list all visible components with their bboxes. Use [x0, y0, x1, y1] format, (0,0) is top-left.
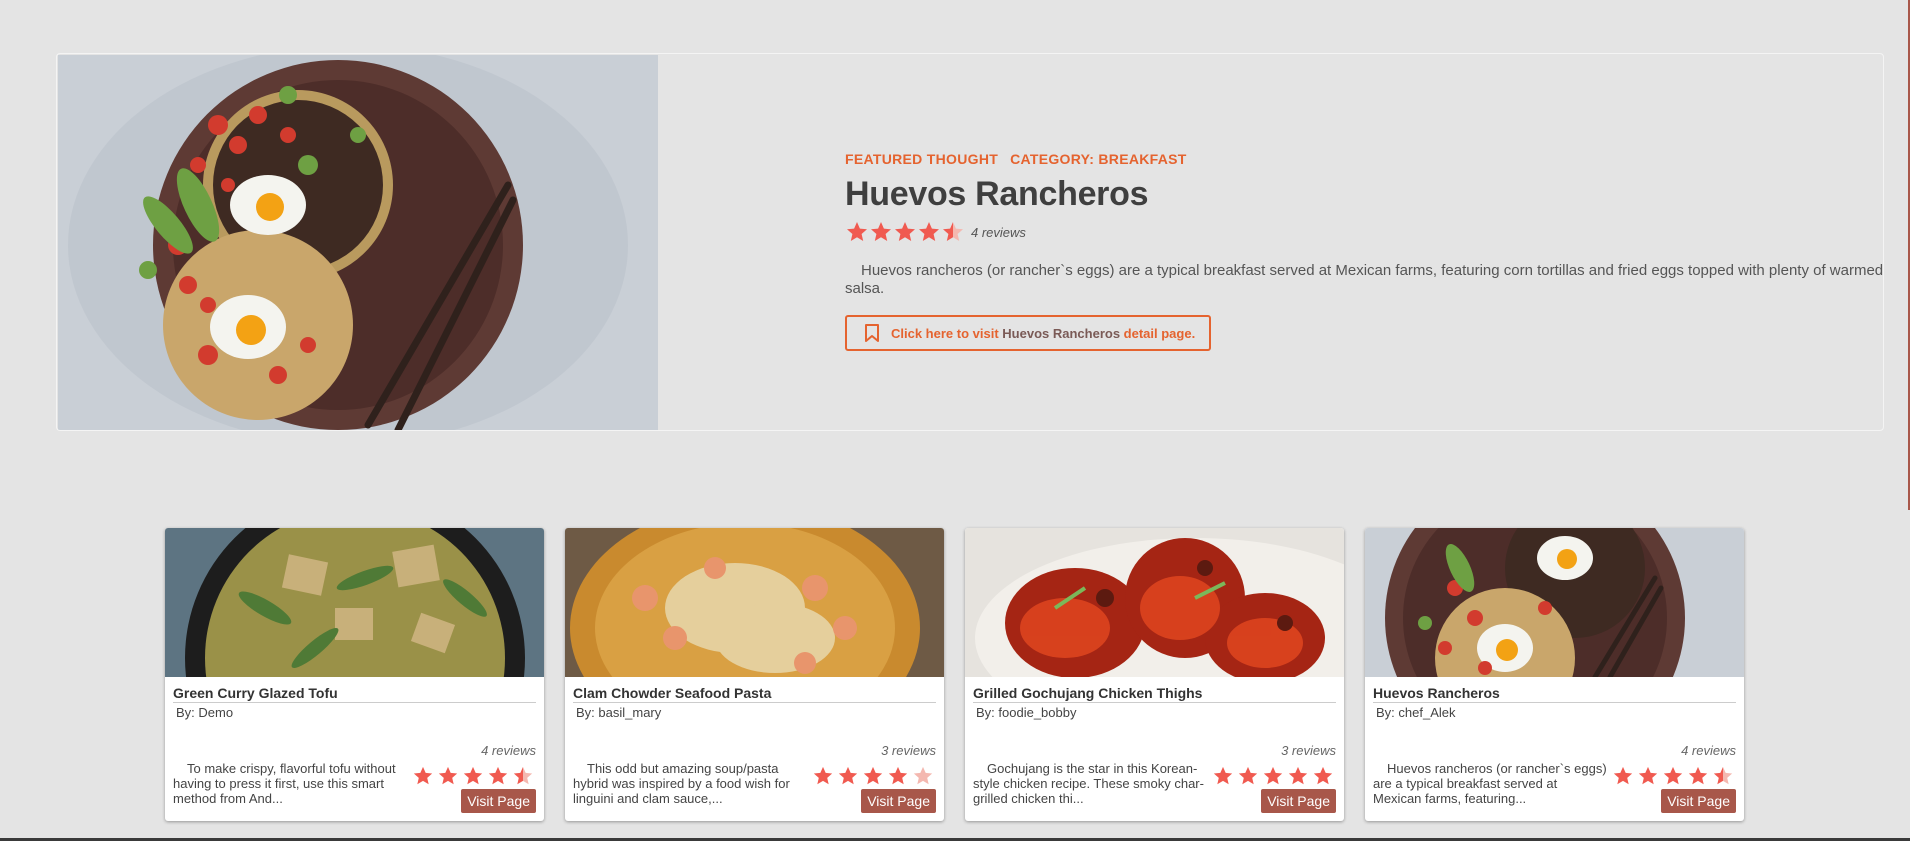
star-half-icon	[1709, 765, 1734, 787]
recipe-card: Green Curry Glazed Tofu By: Demo 4 revie…	[165, 528, 544, 821]
recipe-card-title[interactable]: Clam Chowder Seafood Pasta	[573, 685, 936, 703]
star-full-icon	[434, 765, 459, 787]
featured-description: Huevos rancheros (or rancher`s eggs) are…	[845, 262, 1884, 297]
visit-button-prefix: Click here to visit	[891, 325, 999, 341]
featured-recipe-image	[58, 55, 658, 430]
recipe-card-author: By: basil_mary	[576, 705, 662, 720]
recipe-card-image	[1365, 528, 1744, 677]
featured-recipe: FEATURED THOUGHT CATEGORY: BREAKFAST Huev…	[56, 53, 1884, 431]
star-full-icon	[1284, 765, 1309, 787]
star-full-icon	[1209, 765, 1234, 787]
visit-button-suffix: detail page.	[1123, 325, 1196, 341]
star-rating	[809, 765, 934, 787]
recipe-card-title[interactable]: Green Curry Glazed Tofu	[173, 685, 536, 703]
star-full-icon	[884, 765, 909, 787]
category-label: CATEGORY: BREAKFAST	[1010, 151, 1187, 167]
recipe-card-description: To make crispy, flavorful tofu without h…	[173, 761, 396, 806]
featured-title: Huevos Rancheros	[845, 175, 1149, 213]
bookmark-icon	[865, 324, 879, 342]
featured-tagline: FEATURED THOUGHT CATEGORY: BREAKFAST	[845, 151, 1883, 167]
star-rating	[1609, 765, 1734, 787]
visit-page-button[interactable]: Visit Page	[1661, 789, 1736, 813]
star-full-icon	[1259, 765, 1284, 787]
recipe-card-description: This odd but amazing soup/pasta hybrid w…	[573, 761, 790, 806]
visit-page-button[interactable]: Visit Page	[861, 789, 936, 813]
recipe-card: Clam Chowder Seafood Pasta By: basil_mar…	[565, 528, 944, 821]
featured-recipe-content: FEATURED THOUGHT CATEGORY: BREAKFAST Huev…	[845, 151, 1884, 351]
reviews-count: 4 reviews	[971, 224, 1026, 240]
recipe-card-image	[165, 528, 544, 677]
star-full-icon	[1634, 765, 1659, 787]
star-full-icon	[409, 765, 434, 787]
recipe-card-author: By: foodie_bobby	[976, 705, 1077, 720]
visit-page-button[interactable]: Visit Page	[461, 789, 536, 813]
recipe-card-reviews: 3 reviews	[1281, 743, 1336, 758]
recipe-card-title[interactable]: Grilled Gochujang Chicken Thighs	[973, 685, 1336, 703]
featured-rating: 4 reviews	[845, 220, 1883, 244]
recipe-card: Grilled Gochujang Chicken Thighs By: foo…	[965, 528, 1344, 821]
featured-label: FEATURED THOUGHT	[845, 151, 999, 167]
star-half-icon	[509, 765, 534, 787]
star-full-icon	[459, 765, 484, 787]
star-full-icon	[845, 220, 869, 244]
recipe-card-reviews: 4 reviews	[481, 743, 536, 758]
star-full-icon	[484, 765, 509, 787]
star-full-icon	[1234, 765, 1259, 787]
star-empty-icon	[909, 765, 934, 787]
visit-button-recipe-name: Huevos Rancheros	[1002, 325, 1121, 341]
star-full-icon	[917, 220, 941, 244]
recipe-card: Huevos Rancheros By: chef_Alek 4 reviews…	[1365, 528, 1744, 821]
recipe-card-description: Gochujang is the star in this Korean-sty…	[973, 761, 1204, 806]
recipe-card-reviews: 3 reviews	[881, 743, 936, 758]
star-full-icon	[893, 220, 917, 244]
recipe-card-author: By: Demo	[176, 705, 234, 720]
recipe-card-image	[565, 528, 944, 677]
star-rating	[409, 765, 534, 787]
star-full-icon	[1659, 765, 1684, 787]
star-full-icon	[1684, 765, 1709, 787]
star-full-icon	[809, 765, 834, 787]
star-full-icon	[1609, 765, 1634, 787]
star-full-icon	[859, 765, 884, 787]
visit-page-button[interactable]: Visit Page	[1261, 789, 1336, 813]
recipe-card-title[interactable]: Huevos Rancheros	[1373, 685, 1736, 703]
recipe-card-reviews: 4 reviews	[1681, 743, 1736, 758]
recipe-card-description: Huevos rancheros (or rancher`s eggs) are…	[1373, 761, 1607, 806]
visit-detail-button[interactable]: Click here to visit Huevos Rancheros det…	[845, 315, 1212, 351]
star-full-icon	[1309, 765, 1334, 787]
recipe-card-author: By: chef_Alek	[1376, 705, 1456, 720]
star-full-icon	[869, 220, 893, 244]
star-half-icon	[941, 220, 965, 244]
star-rating	[1209, 765, 1334, 787]
recipe-card-image	[965, 528, 1344, 677]
star-full-icon	[834, 765, 859, 787]
star-rating	[845, 220, 965, 244]
